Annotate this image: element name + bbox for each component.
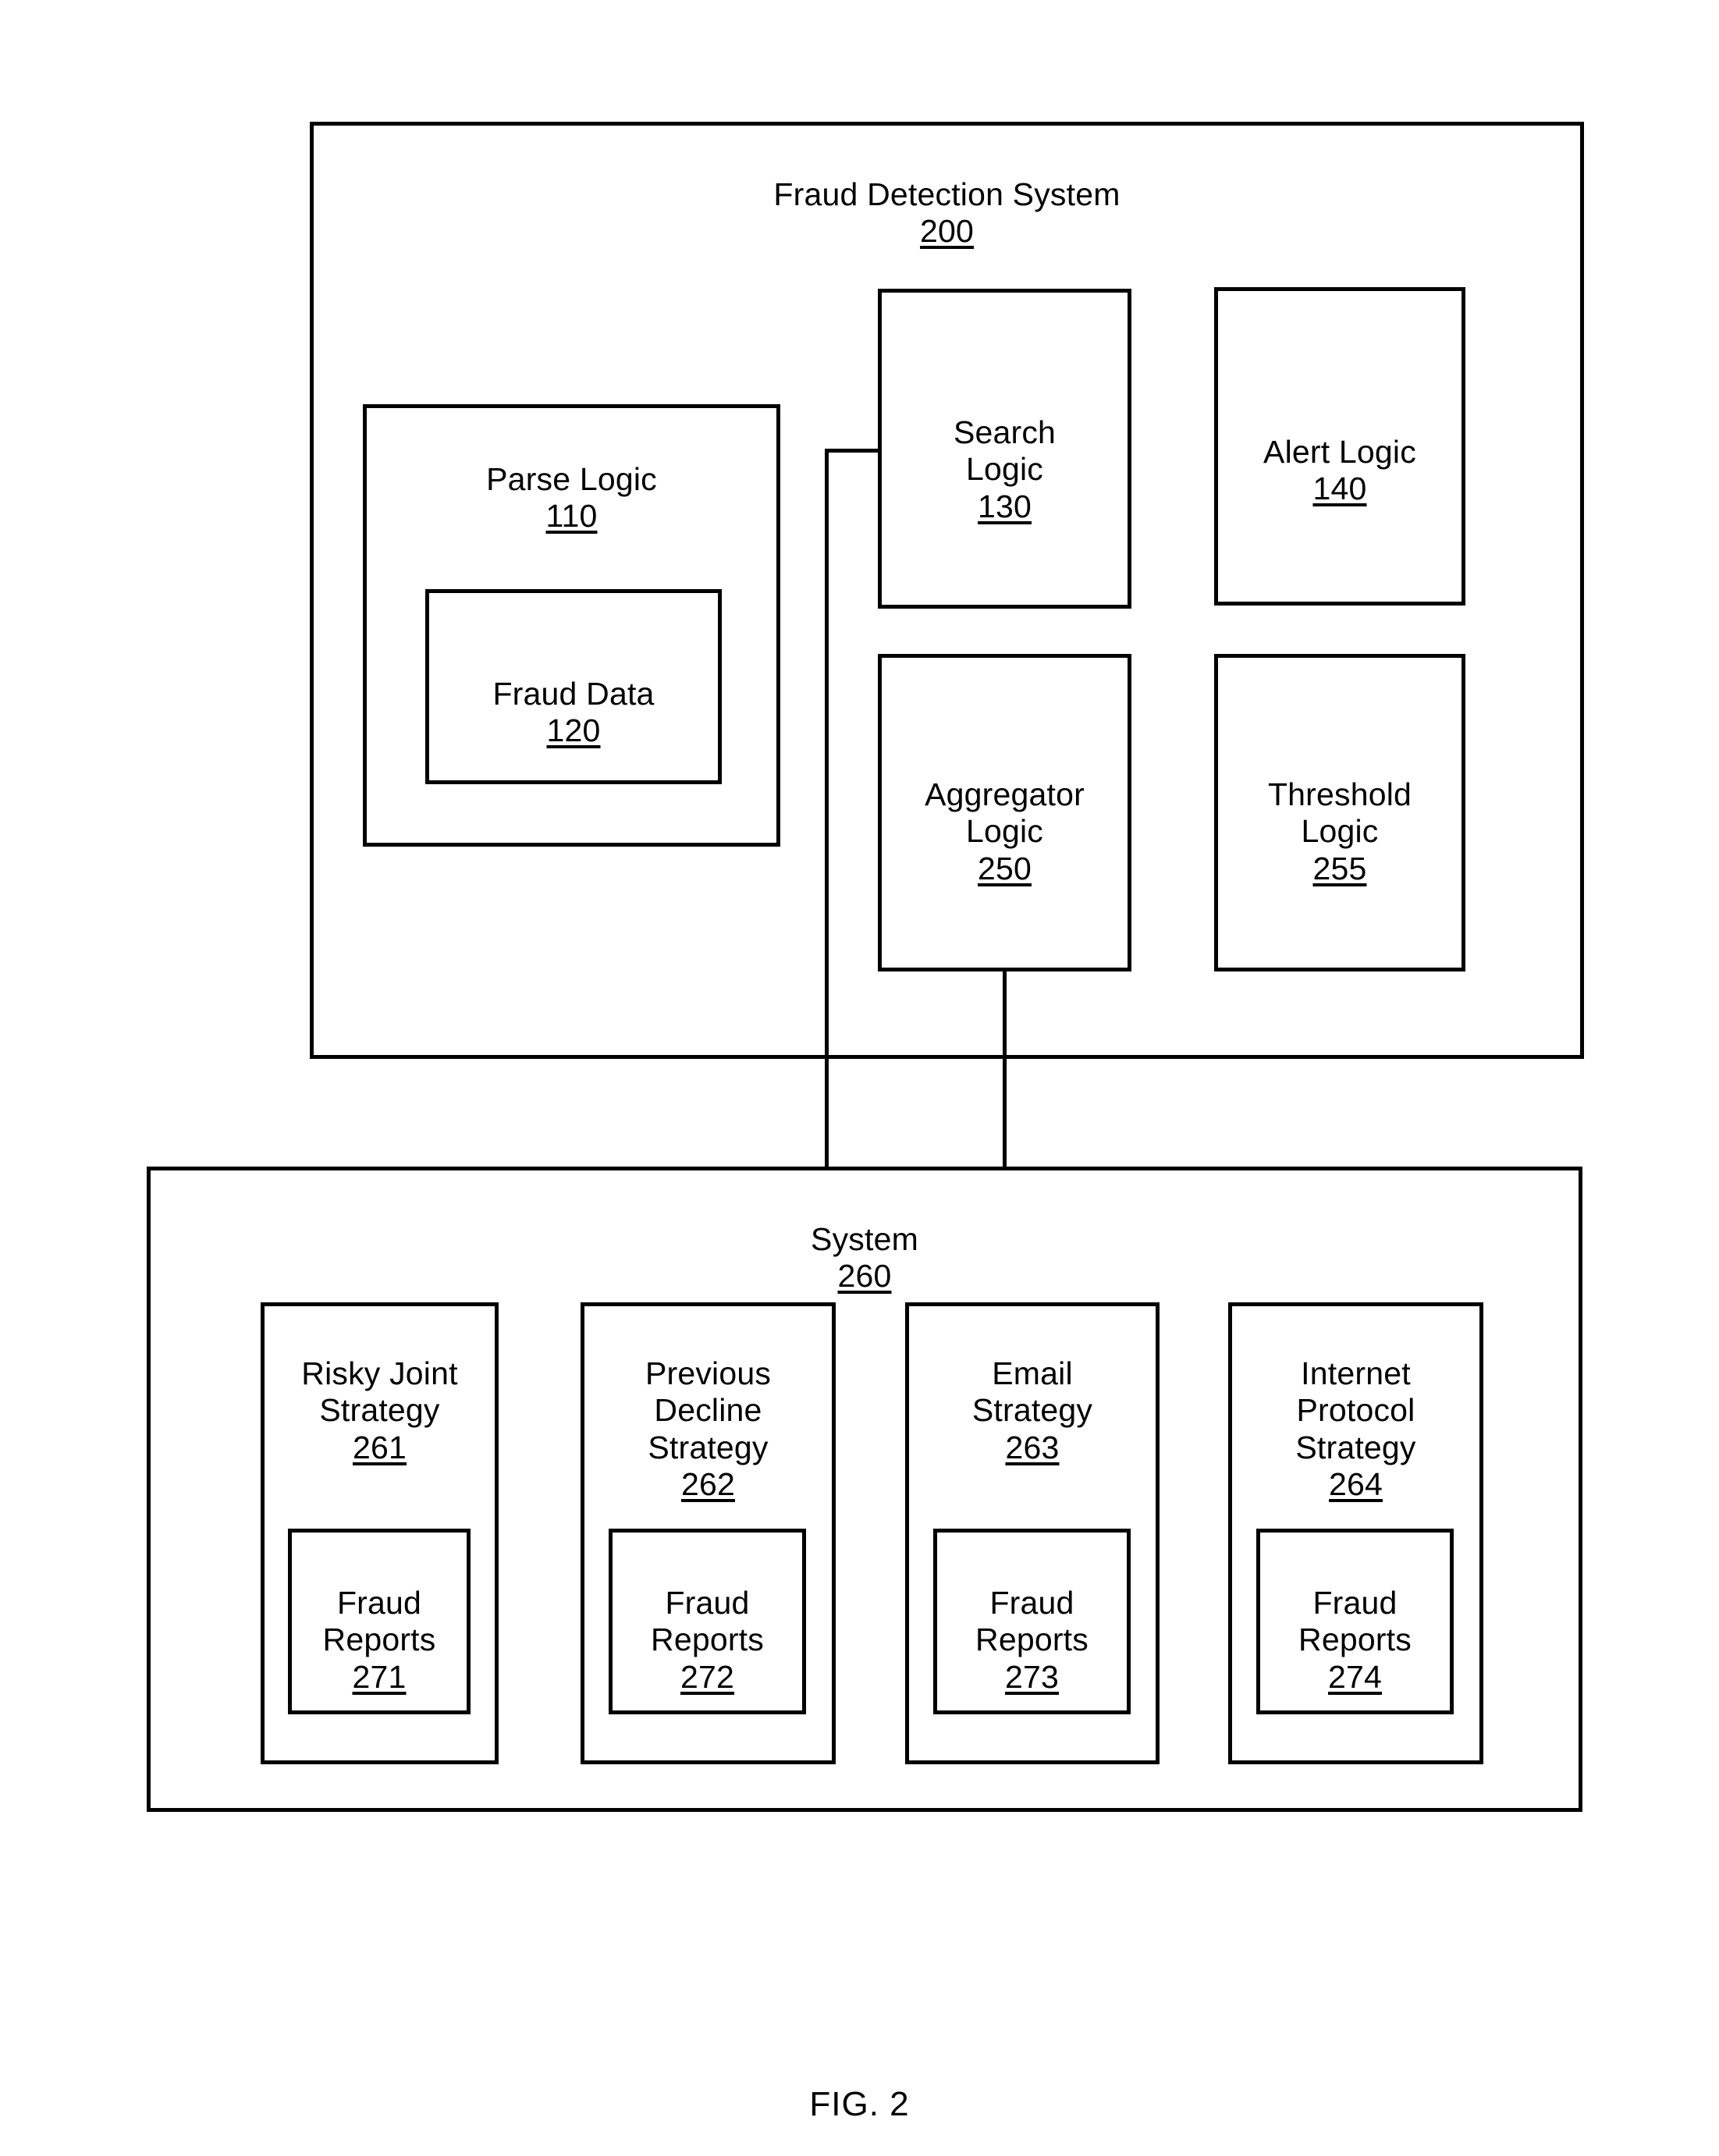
internet-protocol-strategy-title: Internet Protocol Strategy [1295,1355,1416,1465]
fraud-reports-273-label: Fraud Reports 273 [933,1547,1131,1733]
email-strategy-label: Email Strategy 263 [905,1318,1160,1504]
fraud-data-label: Fraud Data 120 [425,638,722,787]
fraud-reports-272-ref: 272 [680,1658,734,1695]
fraud-reports-271-ref: 271 [352,1658,407,1695]
fraud-reports-273-ref: 273 [1004,1658,1059,1695]
connector-search-to-system-vertical [825,449,829,1168]
fraud-reports-272-title: Fraud Reports [651,1584,764,1658]
fraud-reports-274-title: Fraud Reports [1298,1584,1412,1658]
search-logic-ref: 130 [977,488,1032,524]
previous-decline-strategy-title: Previous Decline Strategy [645,1355,772,1465]
system-ref: 260 [837,1258,892,1295]
fraud-data-title: Fraud Data [492,675,655,712]
risky-joint-strategy-ref: 261 [352,1429,407,1465]
patent-figure: Fraud Detection System 200 Parse Logic 1… [0,0,1719,2156]
parse-logic-label: Parse Logic 110 [363,424,780,572]
search-logic-title: Search Logic [953,414,1057,488]
alert-logic-ref: 140 [1312,471,1367,507]
fraud-detection-system-ref: 200 [919,213,974,250]
email-strategy-ref: 263 [1005,1429,1060,1465]
figure-caption: FIG. 2 [809,2085,910,2123]
risky-joint-strategy-label: Risky Joint Strategy 261 [261,1318,499,1504]
aggregator-logic-ref: 250 [977,850,1032,886]
aggregator-logic-label: Aggregator Logic 250 [878,739,1131,925]
fraud-reports-271-title: Fraud Reports [322,1584,436,1658]
search-logic-label: Search Logic 130 [878,377,1131,563]
fraud-reports-273-title: Fraud Reports [975,1584,1089,1658]
alert-logic-title: Alert Logic [1263,433,1416,470]
internet-protocol-strategy-ref: 264 [1328,1466,1383,1503]
threshold-logic-ref: 255 [1312,850,1367,886]
email-strategy-title: Email Strategy [971,1355,1093,1429]
previous-decline-strategy-ref: 262 [680,1466,735,1503]
fraud-reports-274-ref: 274 [1327,1658,1382,1695]
fraud-reports-274-label: Fraud Reports 274 [1256,1547,1454,1733]
parse-logic-ref: 110 [545,498,598,535]
fraud-reports-272-label: Fraud Reports 272 [609,1547,806,1733]
fraud-detection-system-title-text: Fraud Detection System [773,176,1121,212]
fraud-reports-271-label: Fraud Reports 271 [288,1547,471,1733]
internet-protocol-strategy-label: Internet Protocol Strategy 264 [1228,1318,1483,1540]
threshold-logic-title: Threshold Logic [1267,776,1412,850]
parse-logic-title: Parse Logic [486,460,657,497]
connector-aggregator-to-system-vertical [1003,970,1007,1168]
aggregator-logic-title: Aggregator Logic [925,776,1085,850]
system-title-text: System [811,1220,918,1257]
alert-logic-label: Alert Logic 140 [1214,396,1465,545]
fraud-data-ref: 120 [546,712,601,749]
threshold-logic-label: Threshold Logic 255 [1214,739,1465,925]
connector-parse-to-search-horizontal [825,449,879,453]
fraud-detection-system-title: Fraud Detection System 200 [310,139,1584,287]
previous-decline-strategy-label: Previous Decline Strategy 262 [581,1318,836,1540]
risky-joint-strategy-title: Risky Joint Strategy [301,1355,458,1429]
